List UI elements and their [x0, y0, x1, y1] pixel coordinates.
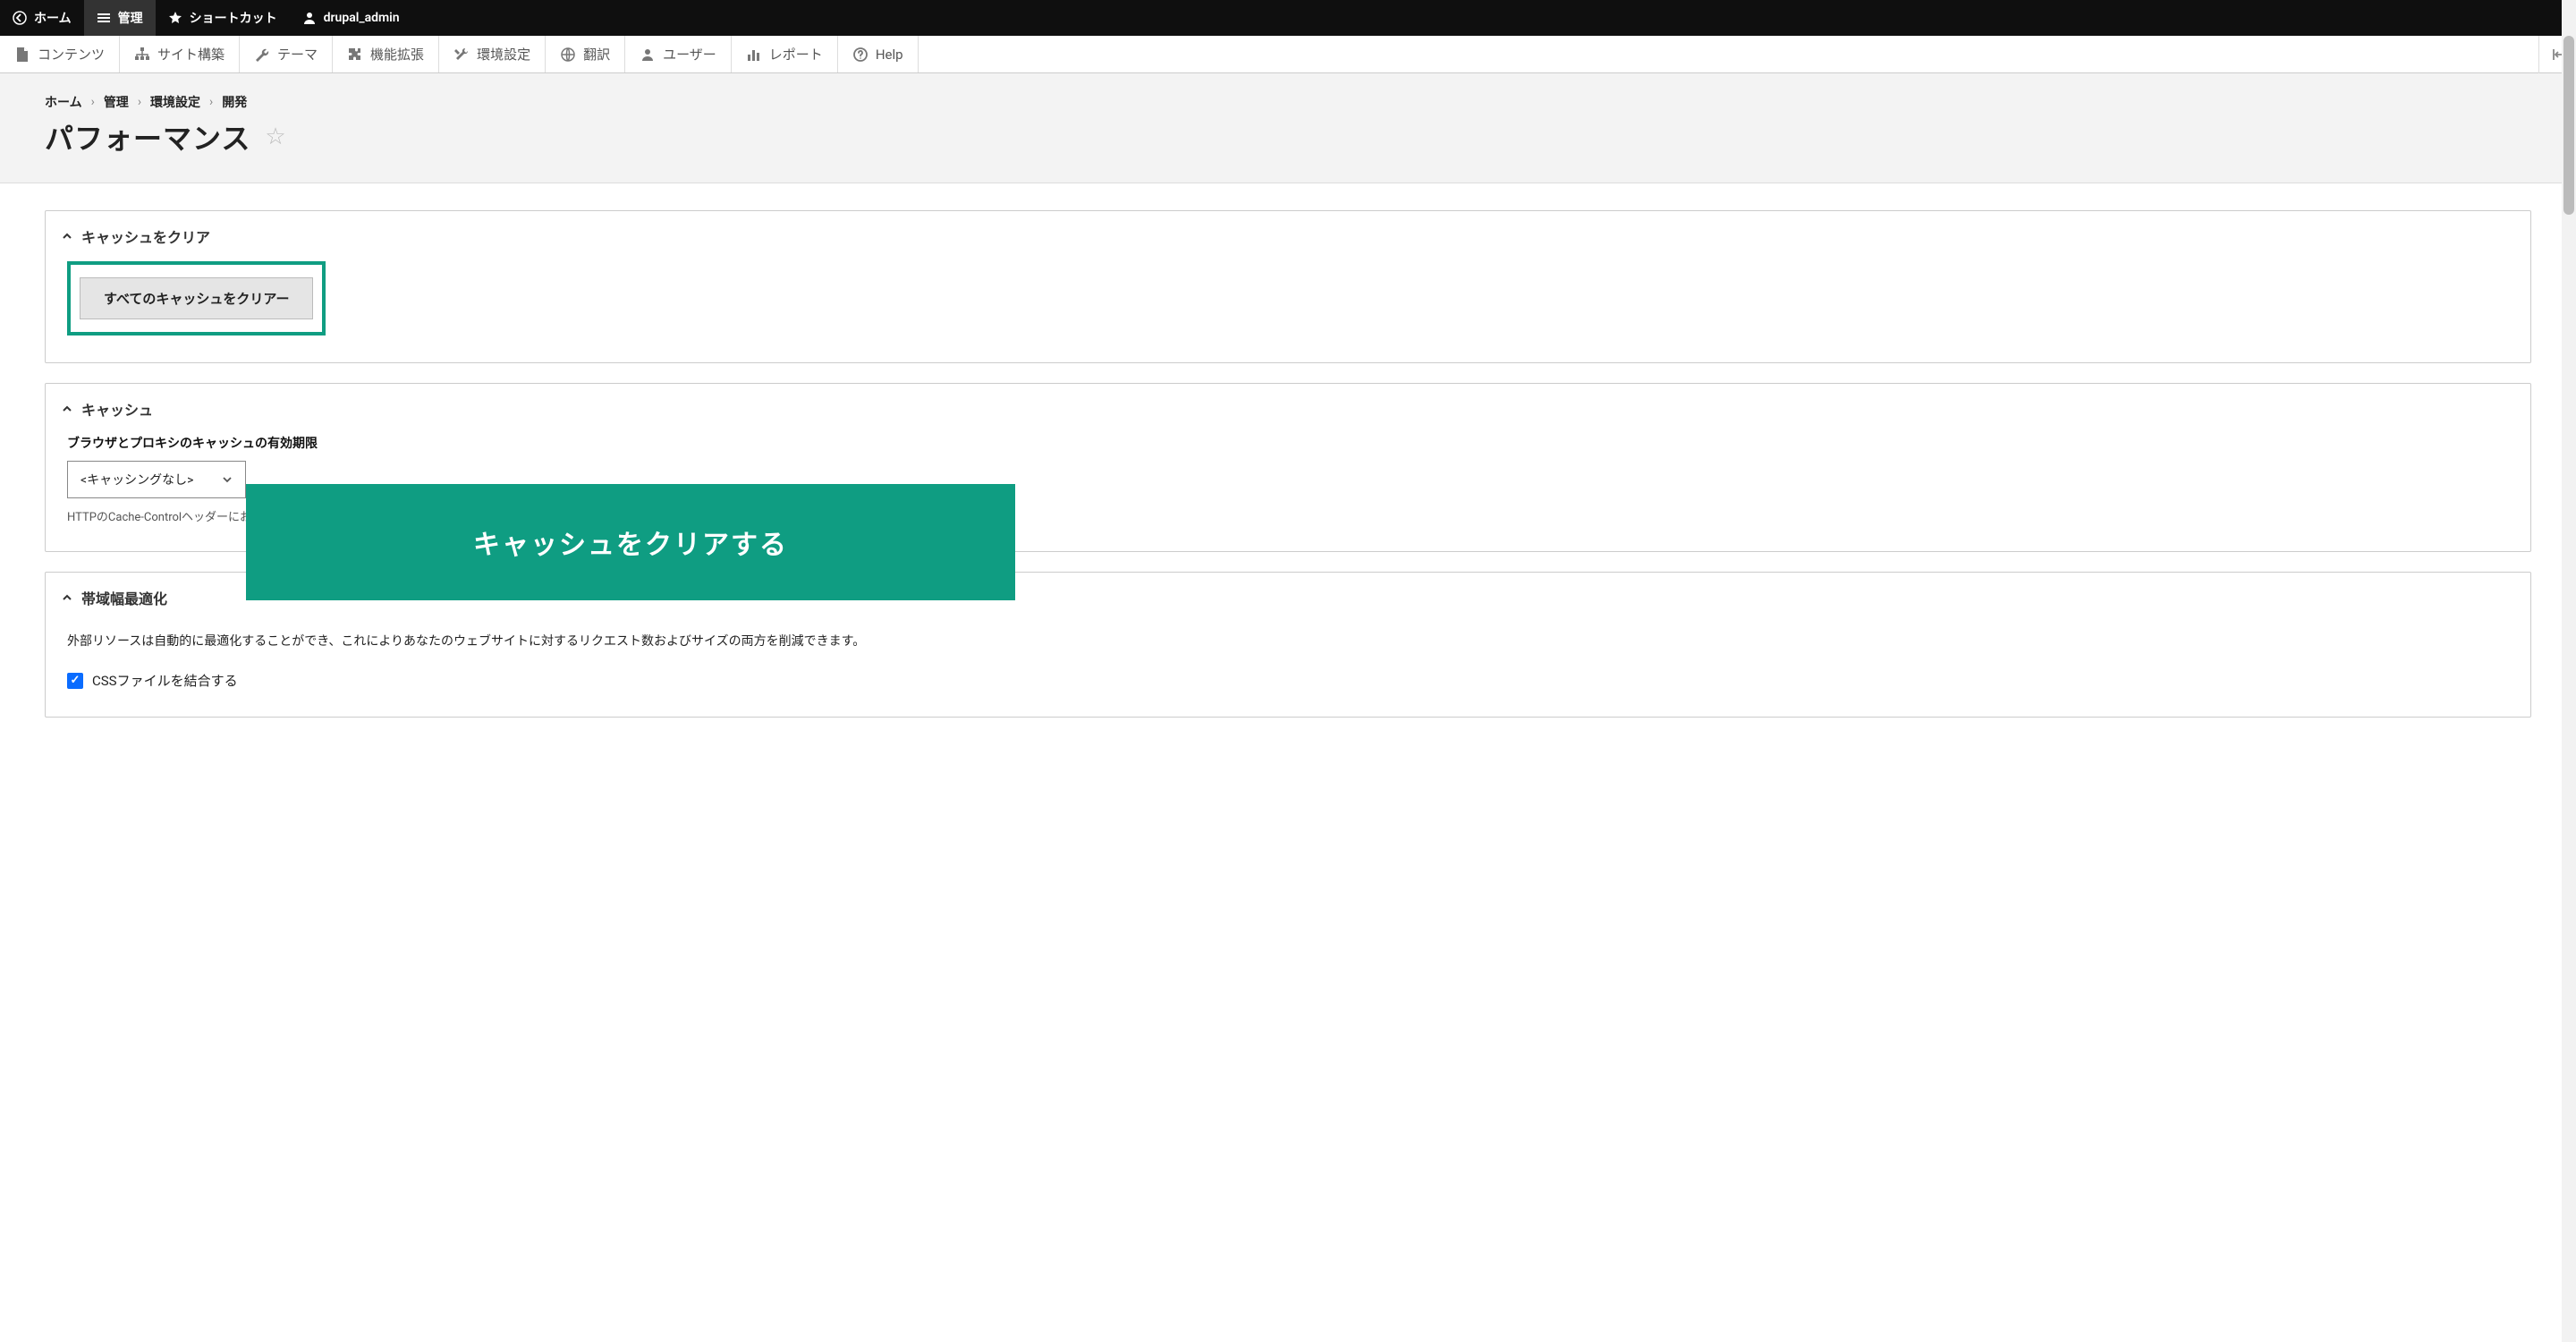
fieldset-legend-text: キャッシュ [81, 398, 153, 420]
vertical-scrollbar[interactable] [2562, 0, 2576, 1342]
select-value: <キャッシングなし> [80, 471, 193, 488]
user-icon [302, 11, 317, 25]
favorite-star-icon[interactable]: ☆ [265, 123, 285, 150]
menu-help[interactable]: Help [838, 36, 919, 72]
page-title: パフォーマンス [45, 116, 250, 157]
globe-icon [560, 47, 576, 63]
menu-appearance[interactable]: テーマ [240, 36, 333, 72]
back-icon [13, 11, 27, 25]
person-icon [640, 47, 656, 63]
menu-structure[interactable]: サイト構築 [120, 36, 240, 72]
cache-max-age-label: ブラウザとプロキシのキャッシュの有効期限 [67, 434, 2509, 452]
toolbar-user[interactable]: drupal_admin [290, 0, 412, 36]
menu-extend-label: 機能拡張 [370, 45, 424, 64]
chevron-down-icon [222, 474, 233, 485]
breadcrumb-link[interactable]: 開発 [222, 93, 247, 111]
fieldset-legend-text: キャッシュをクリア [81, 225, 210, 247]
menu-people-label: ユーザー [663, 45, 716, 64]
file-icon [14, 47, 30, 63]
admin-toolbar: ホーム 管理 ショートカット drupal_admin [0, 0, 2576, 36]
menu-appearance-label: テーマ [277, 45, 318, 64]
fieldset-legend-caching[interactable]: キャッシュ [46, 384, 2530, 434]
breadcrumb-separator: › [91, 95, 95, 109]
bandwidth-description: 外部リソースは自動的に最適化することができ、これによりあなたのウェブサイトに対す… [67, 632, 2509, 650]
star-icon [168, 11, 182, 25]
checkbox-aggregate-css[interactable]: ✓ CSSファイルを結合する [67, 671, 2509, 690]
menu-configuration-label: 環境設定 [477, 45, 530, 64]
menu-content[interactable]: コンテンツ [0, 36, 120, 72]
admin-menu: コンテンツ サイト構築 テーマ 機能拡張 環境設定 翻訳 ユーザー レポート H… [0, 36, 2576, 73]
help-icon [852, 47, 869, 63]
clear-all-caches-button[interactable]: すべてのキャッシュをクリアー [80, 277, 313, 319]
annotation-highlight: すべてのキャッシュをクリアー [67, 261, 326, 336]
menu-extend[interactable]: 機能拡張 [333, 36, 439, 72]
toolbar-user-label: drupal_admin [324, 11, 400, 25]
breadcrumb-separator: › [209, 95, 213, 109]
toolbar-shortcuts[interactable]: ショートカット [156, 0, 290, 36]
fieldset-legend-clear-cache[interactable]: キャッシュをクリア [46, 211, 2530, 261]
structure-icon [134, 47, 150, 63]
fieldset-legend-text: 帯域幅最適化 [81, 587, 167, 608]
menu-content-label: コンテンツ [38, 45, 105, 64]
menu-translate[interactable]: 翻訳 [546, 36, 625, 72]
toolbar-home-label: ホーム [34, 9, 72, 27]
menu-translate-label: 翻訳 [583, 45, 610, 64]
checkbox-label: CSSファイルを結合する [92, 671, 238, 690]
wrench-icon [254, 47, 270, 63]
breadcrumb-link[interactable]: ホーム [45, 93, 82, 111]
breadcrumb-separator: › [138, 95, 141, 109]
scrollbar-thumb[interactable] [2563, 36, 2574, 215]
page-header: ホーム › 管理 › 環境設定 › 開発 パフォーマンス ☆ [0, 73, 2576, 183]
chevron-up-icon [62, 403, 72, 414]
breadcrumb-link[interactable]: 管理 [104, 93, 129, 111]
annotation-callout: キャッシュをクリアする [246, 484, 1015, 600]
menu-people[interactable]: ユーザー [625, 36, 732, 72]
breadcrumb-link[interactable]: 環境設定 [150, 93, 200, 111]
cache-max-age-select[interactable]: <キャッシングなし> [67, 461, 246, 498]
menu-structure-label: サイト構築 [157, 45, 225, 64]
chart-icon [746, 47, 762, 63]
hamburger-icon [97, 11, 111, 25]
fieldset-clear-cache: キャッシュをクリア すべてのキャッシュをクリアー [45, 210, 2531, 363]
menu-reports-label: レポート [769, 45, 823, 64]
menu-help-label: Help [876, 47, 903, 63]
main-content: キャッシュをクリア すべてのキャッシュをクリアー キャッシュ ブラウザとプロキシ… [0, 183, 2576, 764]
toolbar-back-home[interactable]: ホーム [0, 0, 84, 36]
puzzle-icon [347, 47, 363, 63]
menu-reports[interactable]: レポート [732, 36, 838, 72]
toolbar-manage-label: 管理 [118, 9, 143, 27]
menu-configuration[interactable]: 環境設定 [439, 36, 546, 72]
toolbar-manage[interactable]: 管理 [84, 0, 156, 36]
annotation-callout-text: キャッシュをクリアする [473, 522, 788, 562]
chevron-up-icon [62, 592, 72, 603]
checkbox-checked-icon: ✓ [67, 673, 83, 689]
tools-icon [453, 47, 470, 63]
breadcrumb: ホーム › 管理 › 環境設定 › 開発 [45, 93, 2531, 111]
toolbar-shortcuts-label: ショートカット [190, 9, 277, 27]
chevron-up-icon [62, 231, 72, 242]
